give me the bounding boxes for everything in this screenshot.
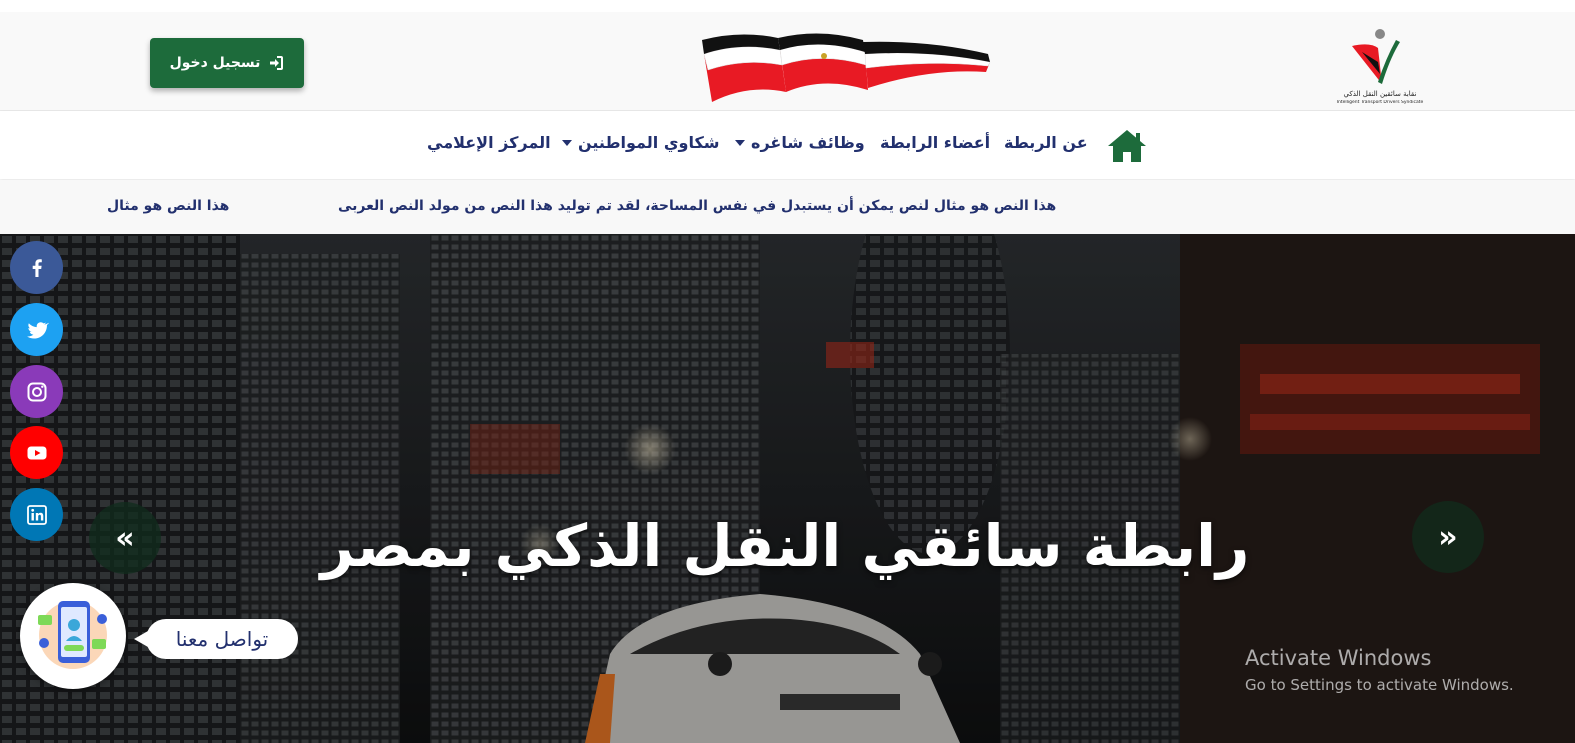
youtube-icon <box>27 446 46 459</box>
site-header: تسجيل دخول نقابة سائقين النقل الذكي Inte… <box>0 12 1575 111</box>
linkedin-icon <box>26 504 47 525</box>
hero-title: رابطة سائقي النقل الذكي بمصر <box>320 512 1250 580</box>
facebook-icon <box>32 258 42 277</box>
nav-item-complaints-label: شكاوي المواطنين <box>578 133 720 152</box>
nav-item-members-label: أعضاء الرابطة <box>880 133 991 152</box>
nav-item-complaints[interactable]: شكاوي المواطنين <box>562 133 720 152</box>
caret-down-icon <box>562 139 572 146</box>
double-chevron-left-icon: « <box>115 520 135 556</box>
syndicate-emblem-icon <box>1352 29 1400 84</box>
nav-item-jobs[interactable]: وظائف شاغره <box>735 133 865 152</box>
nav-item-about[interactable]: عن الربطة <box>1004 133 1088 152</box>
slider-next-button[interactable]: » <box>1412 501 1484 573</box>
windows-activation-watermark: Activate Windows Go to Settings to activ… <box>1245 646 1514 694</box>
watermark-line-1: Activate Windows <box>1245 646 1432 670</box>
top-strip <box>0 0 1575 12</box>
contact-us-label[interactable]: تواصل معنا <box>134 619 298 659</box>
contact-chat-icon <box>38 601 107 669</box>
twitter-icon <box>26 321 49 339</box>
syndicate-logo-caption-en: Intelligent Transport Drivers Syndicate <box>1336 100 1424 105</box>
news-ticker: هذا النص هو مثال لنص يمكن أن يستبدل في ن… <box>0 180 1575 234</box>
instagram-link[interactable] <box>10 365 63 418</box>
login-label: تسجيل دخول <box>169 55 261 71</box>
egypt-flag-ribbon-logo <box>702 33 991 102</box>
instagram-icon <box>27 382 46 401</box>
youtube-link[interactable] <box>10 426 63 479</box>
nav-item-media-center-label: المركز الإعلامي <box>427 133 551 152</box>
double-chevron-right-icon: » <box>1438 519 1458 555</box>
login-button[interactable]: تسجيل دخول <box>150 38 304 88</box>
main-nav: عن الربطة أعضاء الرابطة وظائف شاغره شكاو… <box>0 111 1575 179</box>
sign-in-icon <box>270 56 284 70</box>
nav-item-media-center[interactable]: المركز الإعلامي <box>427 133 551 152</box>
nav-item-jobs-label: وظائف شاغره <box>751 133 865 152</box>
syndicate-logo-caption-ar: نقابة سائقين النقل الذكي <box>1343 90 1417 98</box>
syndicate-logo: نقابة سائقين النقل الذكي Intelligent Tra… <box>1330 28 1430 110</box>
nav-item-members[interactable]: أعضاء الرابطة <box>880 133 990 152</box>
caret-down-icon <box>735 139 745 146</box>
watermark-line-2: Go to Settings to activate Windows. <box>1245 676 1514 694</box>
ticker-item[interactable]: هذا النص هو مثال لنص يمكن أن يستبدل في ن… <box>338 198 1056 214</box>
home-icon[interactable] <box>1106 128 1148 164</box>
ticker-item[interactable]: هذا النص هو مثال <box>107 198 229 214</box>
nav-item-about-label: عن الربطة <box>1004 133 1088 152</box>
slider-prev-button[interactable]: « <box>89 502 161 574</box>
linkedin-link[interactable] <box>10 488 63 541</box>
twitter-link[interactable] <box>10 303 63 356</box>
contact-us-widget[interactable] <box>20 583 126 689</box>
facebook-link[interactable] <box>10 241 63 294</box>
